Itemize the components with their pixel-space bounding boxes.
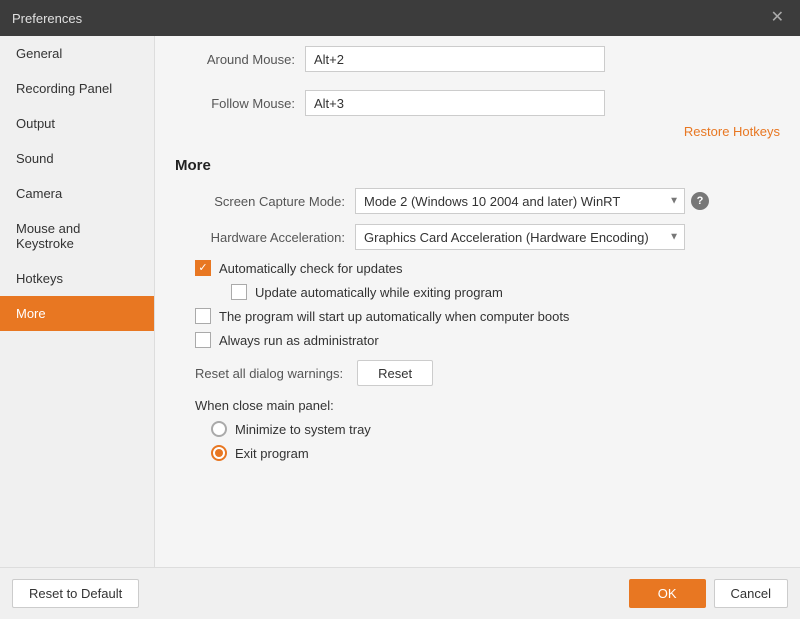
screen-capture-mode-label: Screen Capture Mode: <box>175 194 345 209</box>
around-mouse-label: Around Mouse: <box>175 52 295 67</box>
auto-start-label: The program will start up automatically … <box>219 309 569 324</box>
auto-check-updates-row: Automatically check for updates <box>175 260 780 276</box>
auto-update-row: Update automatically while exiting progr… <box>175 284 780 300</box>
title-bar: Preferences ✕ <box>0 0 800 36</box>
follow-mouse-label: Follow Mouse: <box>175 96 295 111</box>
minimize-tray-row: Minimize to system tray <box>175 421 780 437</box>
when-close-panel-label: When close main panel: <box>175 398 780 413</box>
auto-update-label: Update automatically while exiting progr… <box>255 285 503 300</box>
auto-update-checkbox[interactable] <box>231 284 247 300</box>
exit-program-row: Exit program <box>175 445 780 461</box>
minimize-tray-radio[interactable] <box>211 421 227 437</box>
exit-program-label: Exit program <box>235 446 309 461</box>
sidebar: General Recording Panel Output Sound Cam… <box>0 36 155 567</box>
admin-label: Always run as administrator <box>219 333 379 348</box>
minimize-tray-label: Minimize to system tray <box>235 422 371 437</box>
sidebar-item-hotkeys[interactable]: Hotkeys <box>0 261 154 296</box>
screen-capture-mode-select[interactable]: Mode 2 (Windows 10 2004 and later) WinRT <box>355 188 685 214</box>
ok-button[interactable]: OK <box>629 579 706 608</box>
screen-capture-mode-row: Screen Capture Mode: Mode 2 (Windows 10 … <box>175 188 780 214</box>
auto-check-updates-label: Automatically check for updates <box>219 261 403 276</box>
reset-to-default-button[interactable]: Reset to Default <box>12 579 139 608</box>
bottom-bar: Reset to Default OK Cancel <box>0 567 800 619</box>
sidebar-item-sound[interactable]: Sound <box>0 141 154 176</box>
reset-dialog-button[interactable]: Reset <box>357 360 433 386</box>
sidebar-item-recording-panel[interactable]: Recording Panel <box>0 71 154 106</box>
follow-mouse-row: Follow Mouse: <box>175 80 780 116</box>
auto-check-updates-checkbox[interactable] <box>195 260 211 276</box>
exit-program-radio[interactable] <box>211 445 227 461</box>
auto-start-row: The program will start up automatically … <box>175 308 780 324</box>
sidebar-item-camera[interactable]: Camera <box>0 176 154 211</box>
sidebar-item-more[interactable]: More <box>0 296 154 331</box>
bottom-left: Reset to Default <box>12 579 139 608</box>
content-area: Around Mouse: Follow Mouse: Restore Hotk… <box>155 36 800 567</box>
admin-row: Always run as administrator <box>175 332 780 348</box>
hardware-acceleration-label: Hardware Acceleration: <box>175 230 345 245</box>
sidebar-item-output[interactable]: Output <box>0 106 154 141</box>
around-mouse-input[interactable] <box>305 46 605 72</box>
admin-checkbox[interactable] <box>195 332 211 348</box>
hardware-acceleration-row: Hardware Acceleration: Graphics Card Acc… <box>175 224 780 250</box>
auto-start-checkbox[interactable] <box>195 308 211 324</box>
bottom-right: OK Cancel <box>629 579 788 608</box>
restore-hotkeys-row: Restore Hotkeys <box>175 124 780 139</box>
follow-mouse-input[interactable] <box>305 90 605 116</box>
reset-dialog-label: Reset all dialog warnings: <box>195 366 343 381</box>
screen-capture-mode-select-wrapper: Mode 2 (Windows 10 2004 and later) WinRT… <box>355 188 685 214</box>
sidebar-item-general[interactable]: General <box>0 36 154 71</box>
close-button[interactable]: ✕ <box>767 8 788 28</box>
window-title: Preferences <box>12 11 82 26</box>
more-section-header: More <box>175 153 780 174</box>
restore-hotkeys-link[interactable]: Restore Hotkeys <box>684 124 780 139</box>
hardware-acceleration-select-wrapper: Graphics Card Acceleration (Hardware Enc… <box>355 224 685 250</box>
cancel-button[interactable]: Cancel <box>714 579 788 608</box>
hardware-acceleration-select[interactable]: Graphics Card Acceleration (Hardware Enc… <box>355 224 685 250</box>
sidebar-item-mouse-keystroke[interactable]: Mouse and Keystroke <box>0 211 154 261</box>
screen-capture-mode-help-icon[interactable]: ? <box>691 192 709 210</box>
content-scroll: Around Mouse: Follow Mouse: Restore Hotk… <box>155 36 800 567</box>
reset-dialog-row: Reset all dialog warnings: Reset <box>175 360 780 386</box>
main-container: General Recording Panel Output Sound Cam… <box>0 36 800 567</box>
around-mouse-row: Around Mouse: <box>175 36 780 72</box>
